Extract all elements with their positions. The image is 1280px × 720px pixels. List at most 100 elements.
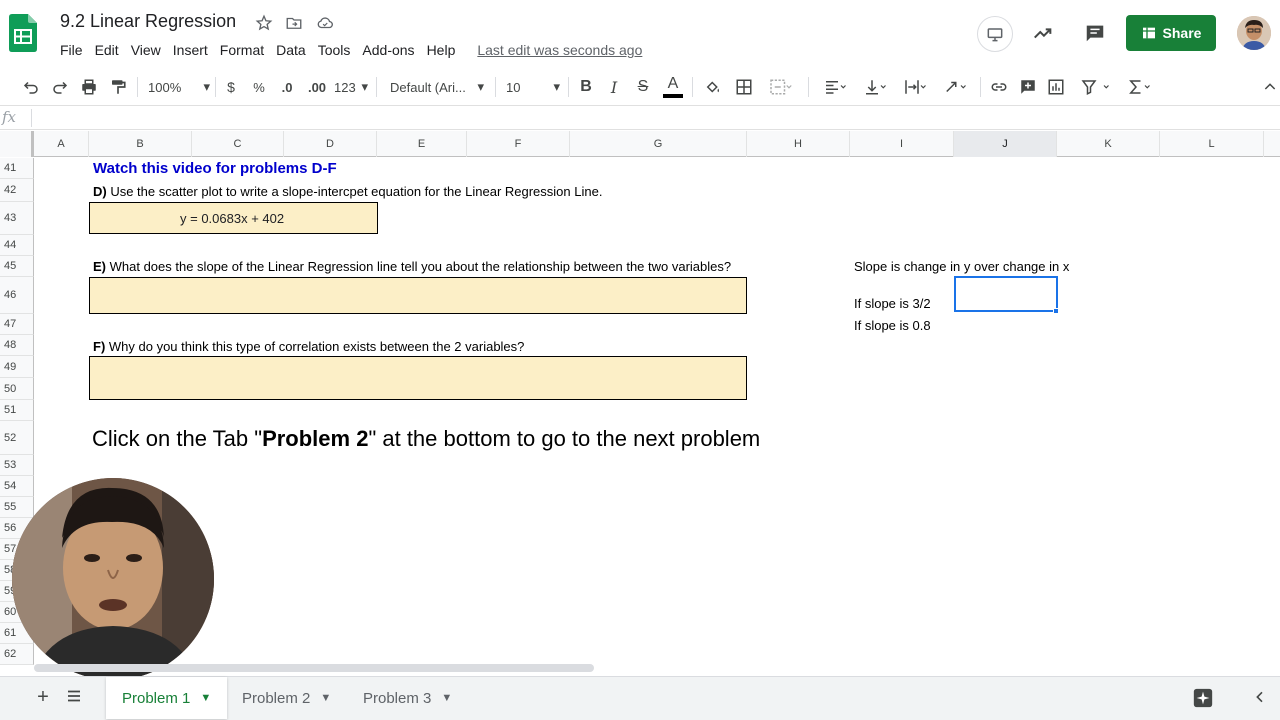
account-avatar[interactable] — [1237, 16, 1271, 50]
insert-comment-icon[interactable] — [1017, 74, 1039, 100]
more-formats-dropdown-icon: ▾ — [361, 79, 368, 94]
column-header-i[interactable]: I — [850, 131, 954, 157]
row-header[interactable]: 51 — [0, 400, 34, 421]
vertical-align-icon[interactable] — [858, 74, 892, 100]
column-header-h[interactable]: H — [747, 131, 850, 157]
activity-trend-icon[interactable] — [1028, 16, 1058, 50]
formula-input[interactable] — [40, 109, 1260, 127]
column-header-k[interactable]: K — [1057, 131, 1160, 157]
column-header-b[interactable]: B — [89, 131, 192, 157]
menu-format[interactable]: Format — [214, 40, 270, 60]
row-header[interactable]: 62 — [0, 644, 34, 665]
fill-color-icon[interactable] — [702, 74, 724, 100]
row-header[interactable]: 43 — [0, 202, 34, 235]
filter-icon[interactable] — [1074, 74, 1116, 100]
menu-addons[interactable]: Add-ons — [356, 40, 420, 60]
sheet-tab-dropdown-icon[interactable]: ▼ — [200, 692, 211, 704]
font-family-select[interactable]: Default (Ari... ▾ — [390, 74, 484, 100]
row-header[interactable]: 55 — [0, 497, 34, 518]
format-currency-button[interactable]: $ — [222, 74, 240, 100]
font-size-select[interactable]: 10 ▾ — [506, 74, 560, 100]
sheet-tab-dropdown-icon[interactable]: ▼ — [441, 692, 452, 704]
share-button[interactable]: Share — [1126, 15, 1216, 51]
last-edit-link[interactable]: Last edit was seconds ago — [477, 42, 642, 58]
functions-icon[interactable] — [1122, 74, 1156, 100]
document-title[interactable]: 9.2 Linear Regression — [60, 11, 236, 32]
paint-format-icon[interactable] — [107, 74, 129, 100]
row-header[interactable]: 54 — [0, 476, 34, 497]
collapse-menus-icon[interactable] — [1260, 74, 1280, 100]
row-header[interactable]: 53 — [0, 455, 34, 476]
comments-icon[interactable] — [1080, 16, 1110, 50]
more-formats-select[interactable]: 123 ▾ — [334, 74, 368, 100]
column-header-e[interactable]: E — [377, 131, 467, 157]
menu-data[interactable]: Data — [270, 40, 312, 60]
selected-cell-j46[interactable] — [954, 276, 1058, 312]
row-header[interactable]: 45 — [0, 256, 34, 277]
decrease-decimal-button[interactable]: .0 — [277, 74, 297, 100]
text-wrapping-icon[interactable] — [898, 74, 932, 100]
sheet-tab-problem-3[interactable]: Problem 3 ▼ — [347, 677, 468, 719]
menu-insert[interactable]: Insert — [167, 40, 214, 60]
column-header-f[interactable]: F — [467, 131, 570, 157]
sheet-tab-dropdown-icon[interactable]: ▼ — [320, 692, 331, 704]
row-header[interactable]: 41 — [0, 158, 34, 179]
menu-tools[interactable]: Tools — [312, 40, 357, 60]
row-header[interactable]: 50 — [0, 378, 34, 400]
undo-icon[interactable] — [20, 74, 42, 100]
format-percent-button[interactable]: % — [250, 74, 268, 100]
formula-divider — [31, 109, 32, 127]
menu-view[interactable]: View — [125, 40, 167, 60]
text-rotation-icon[interactable] — [938, 74, 972, 100]
menu-edit[interactable]: Edit — [89, 40, 125, 60]
side-panel-toggle-icon[interactable] — [1252, 688, 1270, 708]
zoom-select[interactable]: 100% ▾ — [148, 74, 210, 100]
row-header[interactable]: 46 — [0, 277, 34, 314]
explore-icon[interactable] — [1192, 687, 1214, 709]
sheets-logo-icon[interactable] — [9, 14, 37, 52]
row-header[interactable]: 47 — [0, 314, 34, 335]
bold-button[interactable]: B — [577, 74, 595, 100]
column-header-c[interactable]: C — [192, 131, 284, 157]
answer-e-cell[interactable] — [89, 277, 747, 314]
horizontal-align-icon[interactable] — [818, 74, 852, 100]
row-header[interactable]: 49 — [0, 356, 34, 378]
menu-help[interactable]: Help — [421, 40, 462, 60]
answer-d-cell[interactable]: y = 0.0683x + 402 — [89, 202, 378, 234]
column-header-a[interactable]: A — [34, 131, 89, 157]
add-sheet-icon[interactable]: + — [33, 686, 53, 708]
column-header-g[interactable]: G — [570, 131, 747, 157]
answer-f-cell[interactable] — [89, 356, 747, 400]
row-header[interactable]: 52 — [0, 421, 34, 455]
all-sheets-list-icon[interactable] — [65, 687, 85, 707]
star-icon[interactable] — [254, 13, 274, 33]
strikethrough-button[interactable]: S — [634, 74, 652, 100]
horizontal-scrollbar[interactable] — [34, 664, 594, 672]
borders-icon[interactable] — [733, 74, 755, 100]
select-all-corner[interactable] — [0, 131, 34, 157]
column-header-d[interactable]: D — [284, 131, 377, 157]
row-header[interactable]: 48 — [0, 335, 34, 356]
sheet-tab-problem-1[interactable]: Problem 1 ▼ — [106, 677, 228, 719]
italic-button[interactable]: I — [605, 74, 623, 100]
increase-decimal-button[interactable]: .00 — [304, 74, 330, 100]
present-meeting-icon[interactable] — [977, 16, 1013, 52]
text-color-button[interactable]: A — [662, 74, 684, 100]
more-formats-label: 123 — [334, 79, 356, 95]
column-header-l[interactable]: L — [1160, 131, 1264, 157]
function-fx-icon: fx — [2, 108, 17, 126]
row-header[interactable]: 44 — [0, 235, 34, 256]
move-folder-icon[interactable] — [284, 13, 304, 33]
merge-cells-icon[interactable] — [762, 74, 798, 100]
column-header-j[interactable]: J — [954, 131, 1057, 157]
redo-icon[interactable] — [49, 74, 71, 100]
insert-link-icon[interactable] — [988, 74, 1010, 100]
cloud-saved-icon[interactable] — [315, 13, 335, 33]
fill-handle[interactable] — [1053, 308, 1059, 314]
print-icon[interactable] — [78, 74, 100, 100]
row-header[interactable]: 42 — [0, 179, 34, 202]
menu-file[interactable]: File — [54, 40, 89, 60]
insert-chart-icon[interactable] — [1045, 74, 1067, 100]
question-f-text: Why do you think this type of correlatio… — [105, 339, 525, 354]
sheet-tab-problem-2[interactable]: Problem 2 ▼ — [226, 677, 347, 719]
